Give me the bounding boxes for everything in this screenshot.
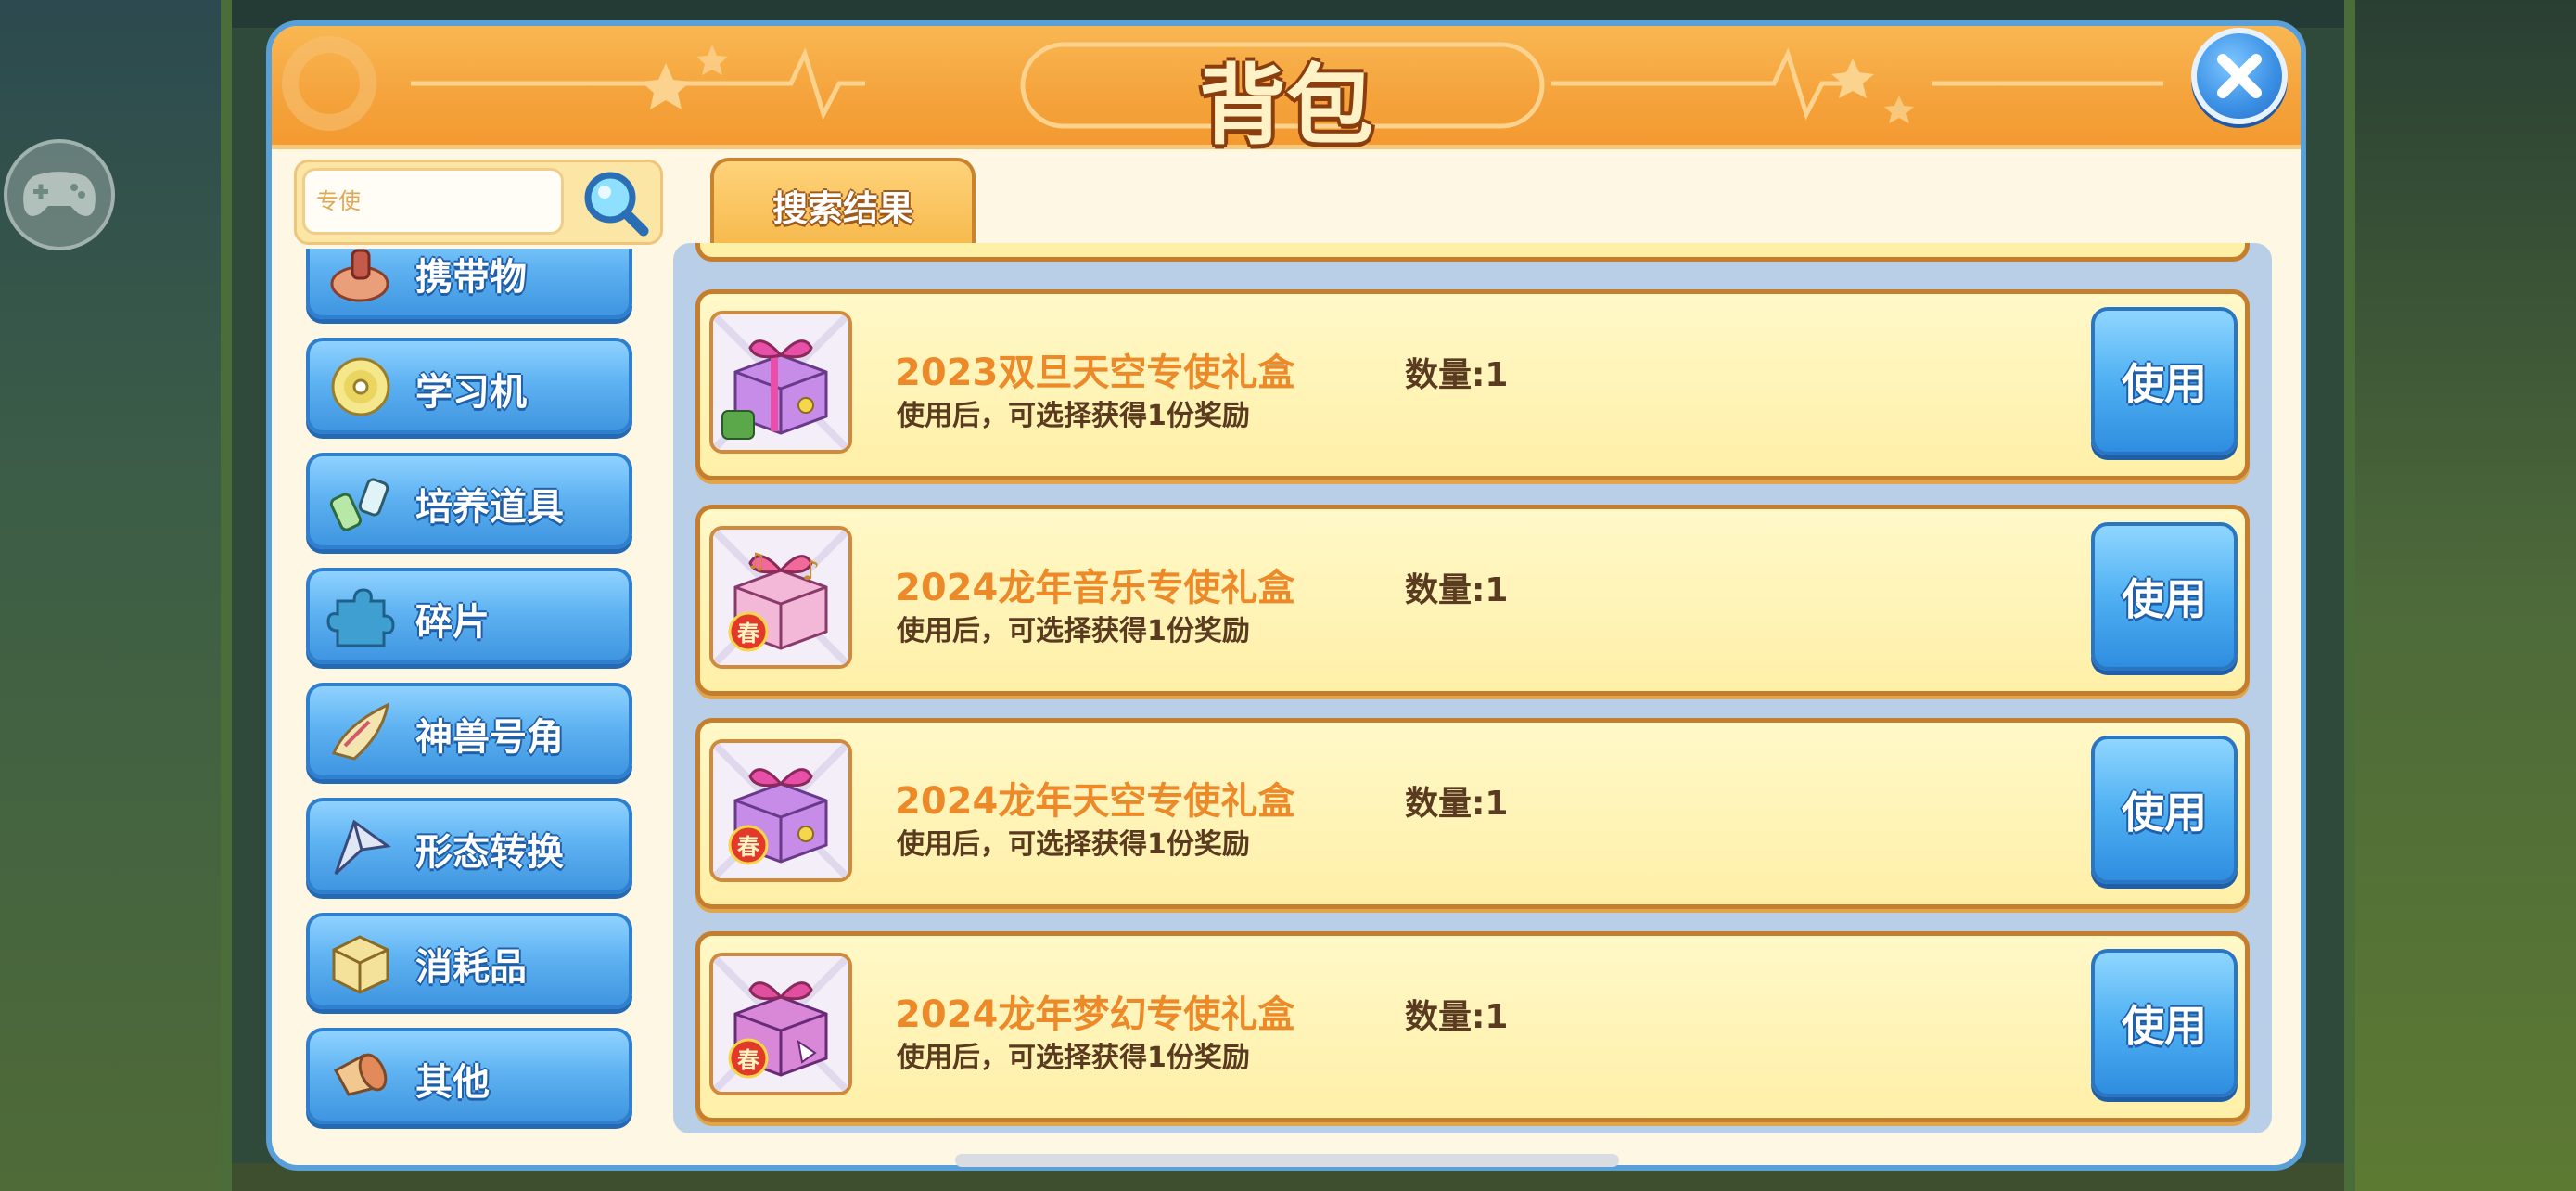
item-list: 2023双旦天空专使礼盒 使用后，可选择获得1份奖励 数量:1 使用 ♪ ♫ 春… [673,243,2272,1133]
close-icon [2217,54,2262,98]
search-box [294,160,663,245]
item-thumbnail [709,311,852,454]
sky-gift-icon: 春 [713,743,848,878]
horizontal-scrollbar[interactable] [955,1154,1619,1167]
music-gift-icon: ♪ ♫ 春 [713,530,848,665]
megaphone-icon [333,1053,388,1096]
sidebar-item-label: 形态转换 [415,831,564,874]
item-description: 使用后，可选择获得1份奖励 [897,615,1250,647]
sidebar-item-training[interactable]: 培养道具 [306,453,632,549]
item-name: 2023双旦天空专使礼盒 [895,352,1295,394]
item-description: 使用后，可选择获得1份奖励 [897,400,1250,432]
item-quantity: 数量:1 [1405,571,1509,609]
use-button-label: 使用 [2122,788,2207,838]
svg-text:♪: ♪ [802,555,820,587]
puzzle-piece-icon [326,588,395,647]
tab-search-results[interactable]: 搜索结果 [710,158,976,247]
arrow-icon [334,819,391,876]
background-right [2344,0,2576,1191]
sidebar-item-carry[interactable]: 携带物 [306,249,632,319]
item-description: 使用后，可选择获得1份奖励 [897,1042,1250,1074]
gift-box-icon [713,314,848,450]
item-name: 2024龙年天空专使礼盒 [895,780,1295,823]
sidebar-item-label: 携带物 [415,256,527,299]
search-input[interactable] [302,168,564,235]
sidebar-item-horn[interactable]: 神兽号角 [306,683,632,779]
item-name: 2024龙年梦幻专使礼盒 [895,993,1295,1036]
sidebar-item-label: 其他 [415,1061,490,1104]
sidebar-item-form-change[interactable]: 形态转换 [306,798,632,894]
dream-gift-icon: 春 [713,956,848,1092]
sidebar-item-fragment[interactable]: 碎片 [306,568,632,664]
use-button-label: 使用 [2122,574,2207,624]
spring-badge: 春 [737,1047,759,1073]
item-thumbnail: 春 [709,739,852,882]
carry-item-icon [330,249,389,302]
potion-icon [329,478,389,531]
sidebar-item-other[interactable]: 其他 [306,1028,632,1124]
category-sidebar: 携带物 学习机 培养道具 碎片 神兽号角 形态转换 消耗品 其他 [306,249,638,1130]
item-quantity: 数量:1 [1405,998,1509,1036]
use-button-label: 使用 [2122,1001,2207,1051]
spring-badge: 春 [737,834,759,860]
item-name: 2024龙年音乐专使礼盒 [895,567,1295,609]
sidebar-item-label: 神兽号角 [415,716,564,759]
sidebar-item-label: 碎片 [415,601,490,644]
box-icon [332,935,389,994]
item-thumbnail: 春 [709,953,852,1095]
sidebar-item-label: 消耗品 [415,946,527,989]
list-item: 春 2024龙年梦幻专使礼盒 使用后，可选择获得1份奖励 数量:1 使用 [695,931,2250,1122]
item-description: 使用后，可选择获得1份奖励 [897,828,1250,861]
item-quantity: 数量:1 [1405,785,1509,823]
sidebar-item-label: 培养道具 [415,486,564,529]
item-quantity: 数量:1 [1405,356,1509,394]
tab-label: 搜索结果 [772,188,913,229]
svg-text:♫: ♫ [746,548,767,574]
magnifier-icon [584,172,649,237]
use-button[interactable]: 使用 [2091,307,2238,455]
sidebar-item-tm[interactable]: 学习机 [306,338,632,434]
list-item: 2023双旦天空专使礼盒 使用后，可选择获得1份奖励 数量:1 使用 [695,289,2250,480]
spring-badge: 春 [737,621,759,647]
close-button[interactable] [2191,28,2288,124]
use-button[interactable]: 使用 [2091,949,2238,1097]
sidebar-item-consumable[interactable]: 消耗品 [306,913,632,1009]
horn-icon [331,702,390,761]
list-item: 春 2024龙年天空专使礼盒 使用后，可选择获得1份奖励 数量:1 使用 [695,718,2250,909]
list-item-partial [695,243,2250,262]
title-bar: 背包 [272,26,2301,157]
search-button[interactable] [576,164,656,242]
list-item: ♪ ♫ 春 2024龙年音乐专使礼盒 使用后，可选择获得1份奖励 数量:1 使用 [695,505,2250,696]
use-button[interactable]: 使用 [2091,522,2238,671]
use-button[interactable]: 使用 [2091,736,2238,884]
use-button-label: 使用 [2122,359,2207,409]
gamepad-icon[interactable] [4,139,115,250]
item-thumbnail: ♪ ♫ 春 [709,526,852,669]
disc-icon [331,357,390,416]
page-title: 背包 [1198,56,1373,157]
sidebar-item-label: 学习机 [415,371,527,414]
